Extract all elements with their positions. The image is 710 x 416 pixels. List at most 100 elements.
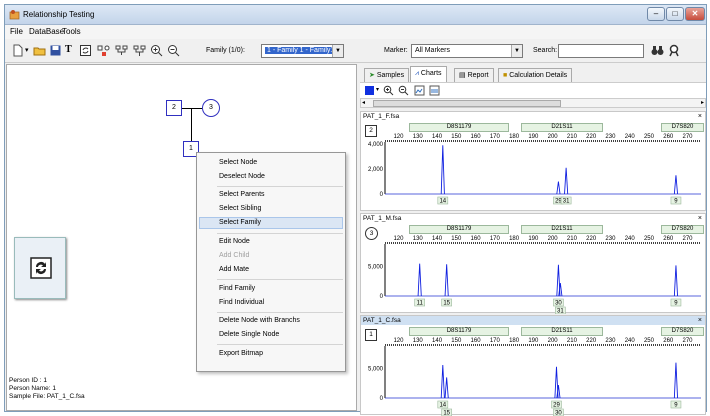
open-folder-icon[interactable]	[33, 44, 46, 57]
tab-bar: ➤ Samples ⩘ Charts ▤ Report ■ Calculatio…	[360, 66, 706, 82]
x-tick-label: 180	[509, 134, 520, 140]
dropdown-arrow-icon[interactable]: ▾	[25, 46, 29, 54]
tab-calculation-details[interactable]: ■ Calculation Details	[498, 68, 572, 82]
zoom-out-icon[interactable]	[398, 85, 409, 96]
scroll-right-icon[interactable]: ▸	[701, 99, 704, 106]
menu-separator	[217, 312, 343, 313]
chart-settings-icon[interactable]	[429, 85, 440, 96]
close-button[interactable]: ✕	[685, 7, 705, 21]
menu-select-node[interactable]: Select Node	[219, 159, 257, 166]
x-tick-label: 140	[432, 338, 443, 344]
chart-panel-3[interactable]: PAT_1_C.fsa×1D8S1179D21S11D7S82012013014…	[360, 315, 706, 415]
menu-database[interactable]: DataBase	[29, 27, 64, 36]
y-tick-label: 4,000	[368, 142, 384, 148]
calc-icon: ■	[503, 72, 507, 79]
x-tick-label: 240	[625, 134, 636, 140]
electropherogram-plot[interactable]: 1201301401501601701801902002102202302402…	[361, 214, 707, 314]
x-tick-label: 230	[605, 236, 616, 242]
x-tick-label: 210	[567, 134, 578, 140]
export-image-icon[interactable]	[414, 85, 425, 96]
electropherogram-plot[interactable]: 1201301401501601701801902002102202302402…	[361, 316, 707, 416]
zoom-out-icon[interactable]	[167, 44, 180, 57]
trace-peak[interactable]	[445, 264, 448, 296]
window-title: Relationship Testing	[23, 10, 94, 19]
trace-peak[interactable]	[445, 377, 448, 398]
maximize-button[interactable]: □	[666, 7, 684, 21]
family-select-value: 1 - Family 1 - Family1	[265, 47, 336, 54]
x-tick-label: 170	[490, 338, 501, 344]
x-tick-label: 120	[393, 338, 404, 344]
report-icon: ▤	[459, 72, 466, 79]
menu-bar: File DataBase Tools	[5, 25, 706, 39]
family-select[interactable]: 1 - Family 1 - Family1 ▼	[261, 44, 344, 58]
refresh-icon[interactable]	[79, 44, 92, 57]
electropherogram-plot[interactable]: 1201301401501601701801902002102202302402…	[361, 112, 707, 212]
menu-tools[interactable]: Tools	[62, 27, 81, 36]
minimize-button[interactable]: –	[647, 7, 665, 21]
chevron-down-icon[interactable]: ▼	[332, 45, 343, 57]
new-file-icon[interactable]	[11, 44, 24, 57]
trace-peak[interactable]	[674, 175, 677, 194]
color-swatch-icon[interactable]	[365, 86, 374, 95]
menu-file[interactable]: File	[10, 27, 23, 36]
tab-charts[interactable]: ⩘ Charts	[410, 66, 447, 82]
trace-peak[interactable]	[674, 265, 677, 296]
menu-delete-single-node[interactable]: Delete Single Node	[219, 331, 279, 338]
menu-find-family[interactable]: Find Family	[219, 285, 255, 292]
right-panel: ➤ Samples ⩘ Charts ▤ Report ■ Calculatio…	[360, 64, 706, 411]
samples-icon: ➤	[369, 72, 375, 79]
trace-peak[interactable]	[441, 145, 444, 194]
trace-peak[interactable]	[565, 168, 568, 194]
tab-samples[interactable]: ➤ Samples	[364, 68, 409, 82]
horizontal-scrollbar[interactable]: ◂ ▸	[360, 98, 706, 108]
x-tick-label: 120	[393, 134, 404, 140]
trace-peak[interactable]	[674, 363, 677, 398]
pedigree-node-3[interactable]: 3	[202, 99, 220, 117]
trace-peak[interactable]	[557, 182, 560, 195]
zoom-in-icon[interactable]	[383, 85, 394, 96]
tab-report[interactable]: ▤ Report	[454, 68, 494, 82]
menu-edit-node[interactable]: Edit Node	[219, 238, 250, 245]
scrollbar-thumb[interactable]	[373, 100, 561, 107]
search-input[interactable]	[558, 44, 644, 58]
text-tool-icon[interactable]: T	[65, 44, 72, 55]
trace-peak[interactable]	[441, 365, 444, 398]
menu-separator	[217, 186, 343, 187]
allele-label: 30	[555, 411, 562, 416]
dropdown-arrow-icon[interactable]: ▾	[376, 86, 379, 93]
menu-select-parents[interactable]: Select Parents	[219, 191, 265, 198]
menu-add-mate[interactable]: Add Mate	[219, 266, 249, 273]
y-tick-label: 5,000	[368, 265, 384, 271]
search-options-icon[interactable]	[668, 44, 681, 57]
trace-peak[interactable]	[418, 264, 421, 296]
binoculars-icon[interactable]	[651, 44, 664, 57]
menu-delete-node-branches[interactable]: Delete Node with Branchs	[219, 317, 300, 324]
menu-select-sibling[interactable]: Select Sibling	[219, 205, 261, 212]
menu-export-bitmap[interactable]: Export Bitmap	[219, 350, 263, 357]
x-tick-label: 260	[663, 236, 674, 242]
marker-select[interactable]: All Markers ▼	[411, 44, 523, 58]
pedigree-tool-icon[interactable]	[97, 44, 110, 57]
menu-find-individual[interactable]: Find Individual	[219, 299, 264, 306]
chart-panel-2[interactable]: PAT_1_M.fsa×3D8S1179D21S11D7S82012013014…	[360, 213, 706, 313]
allele-label: 15	[443, 301, 450, 307]
chart-icon: ⩘	[415, 70, 419, 77]
add-parents-icon[interactable]	[115, 44, 128, 57]
save-icon[interactable]	[49, 44, 62, 57]
x-tick-label: 230	[605, 134, 616, 140]
person-id: Person ID : 1	[9, 377, 47, 384]
x-tick-label: 240	[625, 338, 636, 344]
zoom-in-icon[interactable]	[150, 44, 163, 57]
chevron-down-icon[interactable]: ▼	[511, 45, 522, 57]
app-icon	[9, 9, 20, 20]
chart-panel-1[interactable]: PAT_1_F.fsa×2D8S1179D21S11D7S82012013014…	[360, 111, 706, 211]
x-tick-label: 180	[509, 236, 520, 242]
descent-line	[191, 132, 192, 141]
pedigree-node-2[interactable]: 2	[166, 100, 182, 116]
scroll-left-icon[interactable]: ◂	[362, 99, 365, 106]
title-bar: Relationship Testing – □ ✕	[5, 5, 706, 25]
menu-select-family[interactable]: Select Family	[219, 219, 261, 226]
menu-deselect-node[interactable]: Deselect Node	[219, 173, 265, 180]
allele-label: 31	[557, 309, 564, 315]
add-family-icon[interactable]	[133, 44, 146, 57]
